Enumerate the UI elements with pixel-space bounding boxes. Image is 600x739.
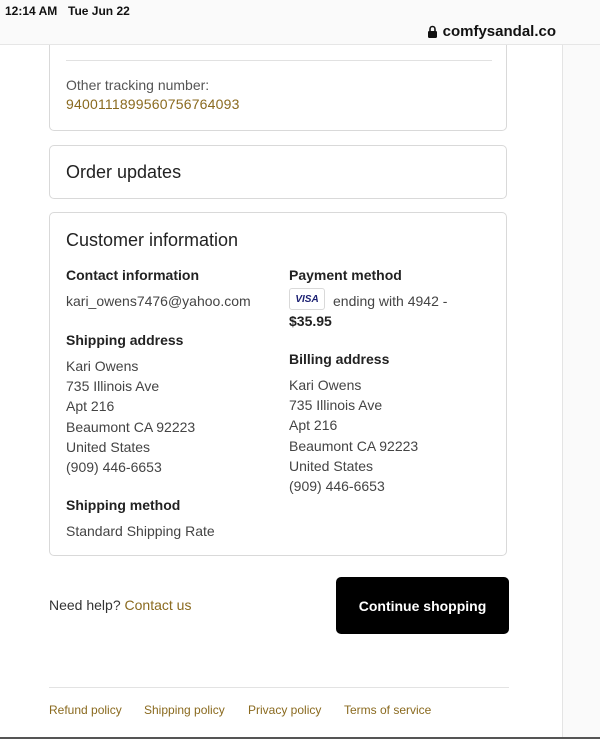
contact-email: kari_owens7476@yahoo.com	[66, 293, 251, 309]
customer-info-card: Customer information Contact information…	[49, 212, 507, 556]
terms-of-service-link[interactable]: Terms of service	[344, 703, 431, 717]
status-bar: 12:14 AM Tue Jun 22	[0, 0, 600, 22]
shipping-method-title: Shipping method	[66, 497, 181, 513]
lock-icon	[427, 25, 438, 38]
help-label: Need help?	[49, 597, 121, 613]
billing-address-line: (909) 446-6653	[289, 478, 385, 495]
shipping-address-line: United States	[66, 438, 151, 455]
visa-card-icon: VISA	[289, 288, 325, 310]
customer-info-title: Customer information	[66, 230, 239, 250]
right-gutter	[562, 45, 600, 739]
refund-policy-link[interactable]: Refund policy	[49, 703, 122, 717]
order-updates-card: Order updates	[49, 145, 507, 199]
billing-address-line: Apt 216	[289, 417, 338, 434]
contact-info-title: Contact information	[66, 267, 199, 283]
billing-address: Kari Owens 735 Illinois Ave Apt 216 Beau…	[289, 375, 418, 496]
contact-us-link[interactable]: Contact us	[125, 597, 192, 613]
tracking-number-link[interactable]: 9400111899560756764093	[66, 96, 240, 112]
shipping-address-line: Apt 216	[66, 398, 115, 415]
url-display[interactable]: comfysandal.co	[427, 23, 556, 40]
payment-amount: $35.95	[289, 313, 332, 329]
tracking-divider	[66, 60, 492, 61]
continue-shopping-button[interactable]: Continue shopping	[336, 577, 509, 634]
tracking-label: Other tracking number:	[66, 77, 210, 93]
shipping-address-line: (909) 446-6653	[66, 459, 162, 476]
privacy-policy-link[interactable]: Privacy policy	[248, 703, 321, 717]
footer-divider	[49, 687, 509, 688]
payment-ending: ending with 4942 -	[333, 293, 448, 309]
shipping-address-line: Beaumont CA 92223	[66, 418, 196, 435]
billing-address-line: 735 Illinois Ave	[289, 397, 383, 414]
status-date: Tue Jun 22	[68, 4, 130, 18]
shipping-address-title: Shipping address	[66, 332, 184, 348]
help-text: Need help? Contact us	[49, 597, 191, 613]
url-text: comfysandal.co	[442, 23, 556, 40]
billing-address-title: Billing address	[289, 351, 390, 367]
order-updates-title: Order updates	[66, 162, 182, 182]
shipping-method-value: Standard Shipping Rate	[66, 523, 215, 539]
shipping-address: Kari Owens 735 Illinois Ave Apt 216 Beau…	[66, 356, 195, 477]
tracking-card: Other tracking number: 94001118995607567…	[49, 45, 507, 131]
payment-method-title: Payment method	[289, 267, 402, 283]
shipping-address-line: Kari Owens	[66, 358, 139, 374]
billing-address-line: Kari Owens	[289, 377, 362, 393]
status-time: 12:14 AM	[5, 4, 58, 18]
shipping-policy-link[interactable]: Shipping policy	[144, 703, 225, 717]
url-bar[interactable]: comfysandal.co	[0, 22, 600, 45]
shipping-address-line: 735 Illinois Ave	[66, 378, 160, 395]
billing-address-line: Beaumont CA 92223	[289, 437, 419, 454]
billing-address-line: United States	[289, 457, 374, 474]
